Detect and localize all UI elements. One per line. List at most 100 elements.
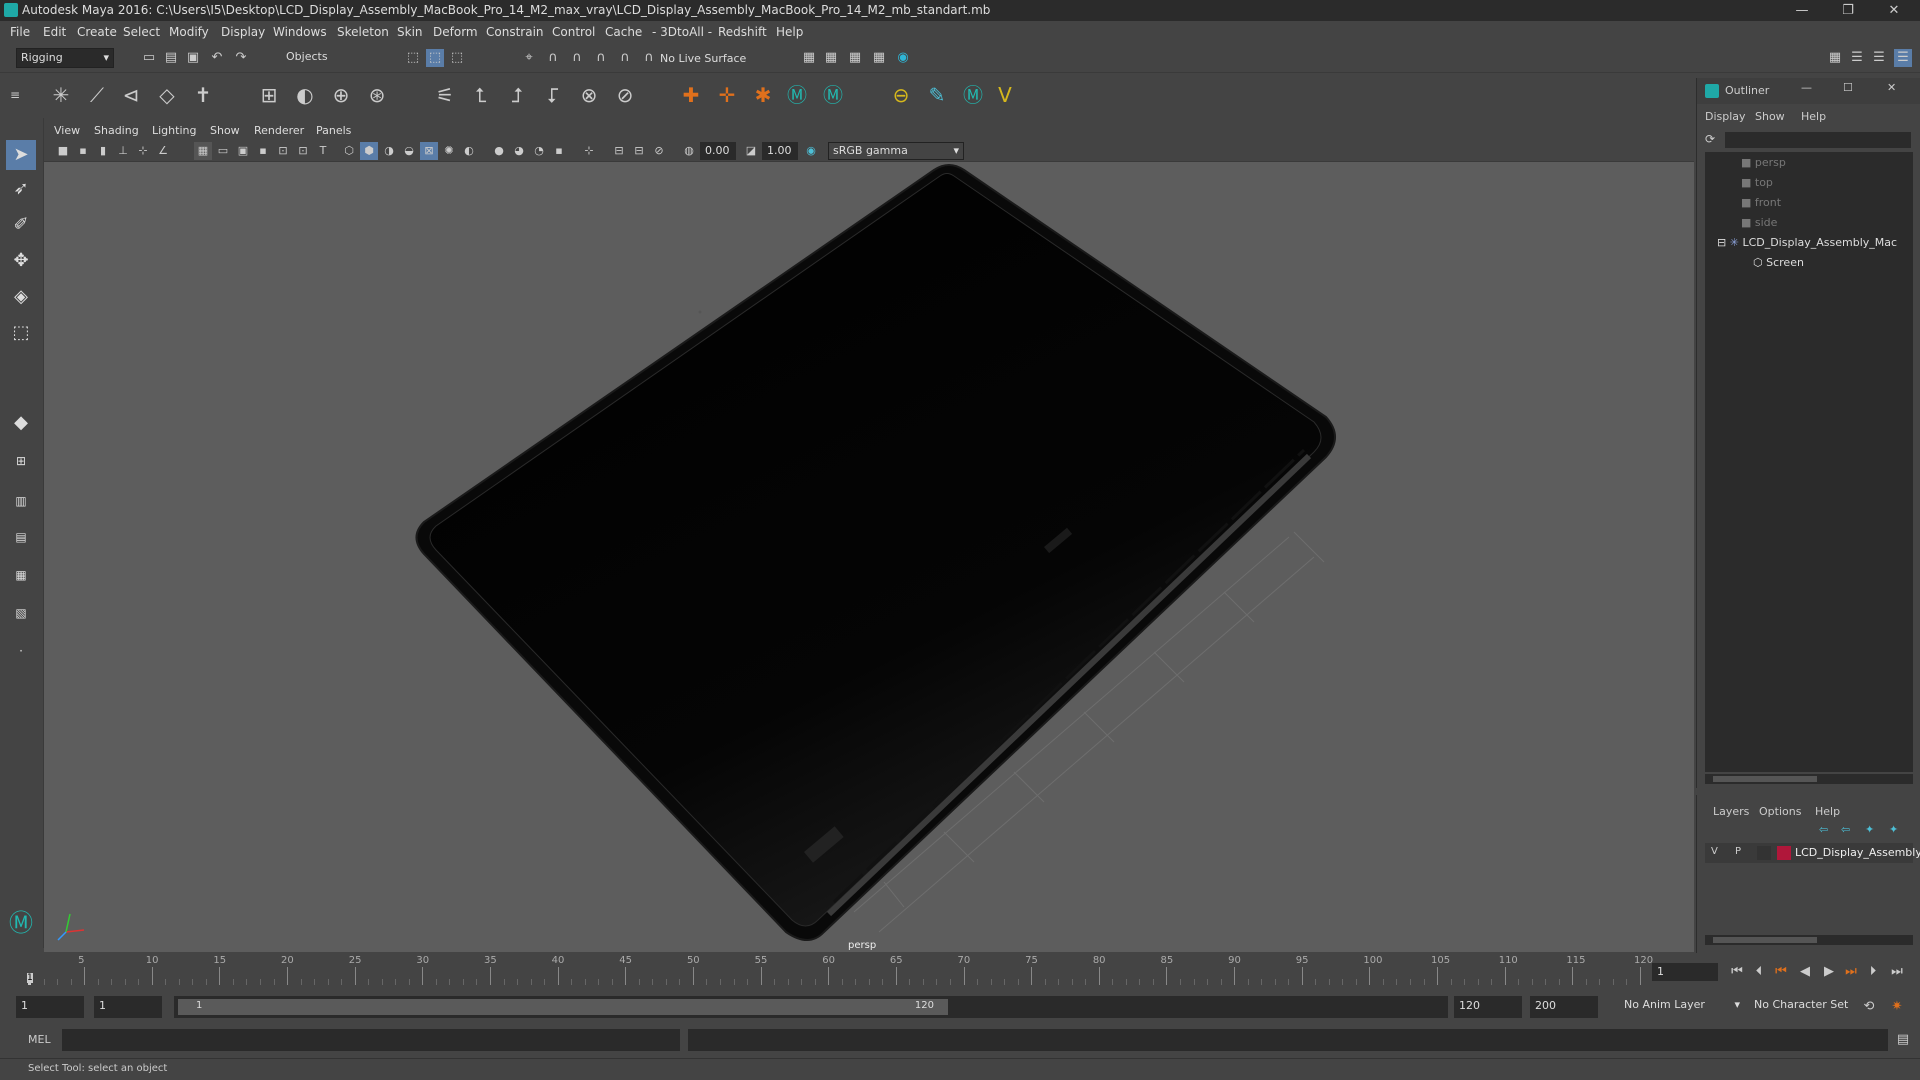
filter-icon[interactable]: ⟳ (1705, 132, 1715, 146)
vp-menu-renderer[interactable]: Renderer (254, 124, 304, 137)
render-settings-icon[interactable]: ▦ (800, 49, 818, 67)
go-to-end-icon[interactable]: ⏭ (1888, 963, 1906, 981)
persp-graph-icon[interactable]: ▦ (6, 560, 36, 590)
layers-hscroll-thumb[interactable] (1713, 937, 1817, 943)
xray-joints-icon[interactable]: ⊟ (610, 142, 628, 160)
layer-name[interactable]: LCD_Display_Assembly (1795, 846, 1920, 859)
vp-menu-lighting[interactable]: Lighting (152, 124, 196, 137)
outliner-item-front[interactable]: ■ front (1741, 194, 1781, 212)
camera-icon[interactable]: ■ (54, 142, 72, 160)
set-key-icon[interactable]: ⊖ (886, 80, 916, 110)
maya-m3-icon[interactable]: Ⓜ (958, 80, 988, 110)
menu-select[interactable]: Select (123, 25, 160, 39)
attribute-editor-icon[interactable]: ☰ (1848, 49, 1866, 67)
grid-toggle-icon[interactable]: ⊹ (134, 142, 152, 160)
mode-selector[interactable]: Rigging ▾ (16, 48, 114, 68)
resolution-gate-icon[interactable]: ▭ (214, 142, 232, 160)
lasso-tool-icon[interactable]: ➶ (6, 174, 36, 204)
paint-tool-icon[interactable]: ✎ (922, 80, 952, 110)
prune-weights-icon[interactable]: ⊘ (610, 80, 640, 110)
safe-title-icon[interactable]: ⊡ (294, 142, 312, 160)
texture-icon[interactable]: ⊠ (420, 142, 438, 160)
layer-type-toggle[interactable] (1757, 846, 1771, 860)
step-back-icon[interactable]: ⏮ (1772, 963, 1790, 981)
more-layouts-icon[interactable]: · (6, 636, 36, 666)
close-icon[interactable]: ✕ (1887, 81, 1896, 94)
outliner-search-field[interactable] (1725, 132, 1911, 148)
snap-curve-icon[interactable]: ∩ (544, 49, 562, 67)
new-scene-icon[interactable]: ▭ (140, 49, 158, 67)
viewport-persp[interactable]: persp (44, 162, 1694, 952)
menu-display[interactable]: Display (221, 25, 265, 39)
new-layer-icon[interactable]: ✦ (1865, 823, 1874, 836)
undo-icon[interactable]: ↶ (208, 49, 226, 67)
close-button[interactable]: ✕ (1871, 0, 1917, 21)
bookmark-icon[interactable]: ▮ (94, 142, 112, 160)
ipr-render-icon[interactable]: ▦ (870, 49, 888, 67)
move-layer-up-icon[interactable]: ⇦ (1819, 823, 1828, 836)
start-time-field[interactable]: 1 (16, 996, 84, 1018)
layer-playback-toggle[interactable]: P (1735, 846, 1741, 857)
aim-constraint-icon[interactable]: ✛ (712, 80, 742, 110)
hud-icon[interactable]: ⊘ (650, 142, 668, 160)
outliner-item-side[interactable]: ■ side (1741, 214, 1777, 232)
playback-end-field[interactable]: 120 (1454, 996, 1522, 1018)
layer-visibility-toggle[interactable]: V (1711, 846, 1718, 857)
menu-edit[interactable]: Edit (43, 25, 66, 39)
select-hierarchy-icon[interactable]: ⬚ (404, 49, 422, 67)
wire-on-shaded-icon[interactable]: ◑ (380, 142, 398, 160)
smooth-bind-icon[interactable]: ⮤ (466, 80, 496, 110)
smooth-shade-icon[interactable]: ⬢ (360, 142, 378, 160)
current-frame-field[interactable]: 1 (1652, 963, 1718, 981)
layer-row[interactable]: V P LCD_Display_Assembly (1705, 843, 1920, 863)
menu-skeleton[interactable]: Skeleton (337, 25, 389, 39)
film-gate-icon[interactable]: ∠ (154, 142, 172, 160)
menu-help[interactable]: Help (776, 25, 803, 39)
orient-constraint-icon[interactable]: ✱ (748, 80, 778, 110)
modeling-toolkit-icon[interactable]: ▦ (1826, 49, 1844, 67)
default-material-icon[interactable]: ◒ (400, 142, 418, 160)
collapse-icon[interactable]: ⊟ (1717, 236, 1730, 249)
vp-menu-view[interactable]: View (54, 124, 80, 137)
select-object-icon[interactable]: ⬚ (426, 49, 444, 67)
lights-icon[interactable]: ✺ (440, 142, 458, 160)
selection-mask-selector[interactable]: Objects (282, 48, 378, 68)
cluster-icon[interactable]: ⊞ (254, 80, 284, 110)
point-constraint-icon[interactable]: ✚ (676, 80, 706, 110)
lcd-screen[interactable] (429, 173, 1322, 927)
outliner-hscroll[interactable] (1705, 774, 1913, 784)
anim-layer-selector[interactable]: No Anim Layer ▾ (1620, 996, 1742, 1018)
vray-icon[interactable]: V (990, 80, 1020, 110)
outliner-hscroll-thumb[interactable] (1713, 776, 1817, 782)
go-to-start-icon[interactable]: ⏮ (1728, 963, 1746, 981)
time-slider[interactable]: 5 10 15 20 25 30 35 40 45 50 55 60 65 70 75 80 85 90 95 100… (0, 953, 1920, 987)
render-current-icon[interactable]: ▦ (846, 49, 864, 67)
menu-modify[interactable]: Modify (169, 25, 209, 39)
camera-attr-icon[interactable]: ▪ (74, 142, 92, 160)
color-management-icon[interactable]: ◉ (802, 142, 820, 160)
step-forward-icon[interactable]: ⏭ (1842, 963, 1860, 981)
character-set-selector[interactable]: No Character Set (1750, 996, 1870, 1018)
menu-file[interactable]: File (10, 25, 30, 39)
open-scene-icon[interactable]: ▤ (162, 49, 180, 67)
step-forward-key-icon[interactable]: ⏵ (1864, 963, 1882, 981)
dof-icon[interactable]: ▪ (550, 142, 568, 160)
isolate-icon[interactable]: T (314, 142, 332, 160)
save-scene-icon[interactable]: ▣ (184, 49, 202, 67)
motion-blur-icon[interactable]: ◕ (510, 142, 528, 160)
safe-action-icon[interactable]: ⊡ (274, 142, 292, 160)
xray-components-icon[interactable]: ⊟ (630, 142, 648, 160)
play-forward-icon[interactable]: ▶ (1820, 963, 1838, 981)
ao-icon[interactable]: ● (490, 142, 508, 160)
hik-skeleton-icon[interactable]: ✝ (188, 80, 218, 110)
hypershade-icon[interactable]: ◉ (894, 49, 912, 67)
menu-constrain[interactable]: Constrain (486, 25, 544, 39)
stacked-icon[interactable]: ▤ (6, 522, 36, 552)
menu-redshift[interactable]: Redshift (718, 25, 767, 39)
vp-menu-shading[interactable]: Shading (94, 124, 139, 137)
insert-joint-icon[interactable]: ◇ (152, 80, 182, 110)
shadows-icon[interactable]: ◐ (460, 142, 478, 160)
vp-menu-panels[interactable]: Panels (316, 124, 351, 137)
layers-menu-options[interactable]: Options (1759, 805, 1801, 818)
exposure-icon[interactable]: ◍ (680, 142, 698, 160)
